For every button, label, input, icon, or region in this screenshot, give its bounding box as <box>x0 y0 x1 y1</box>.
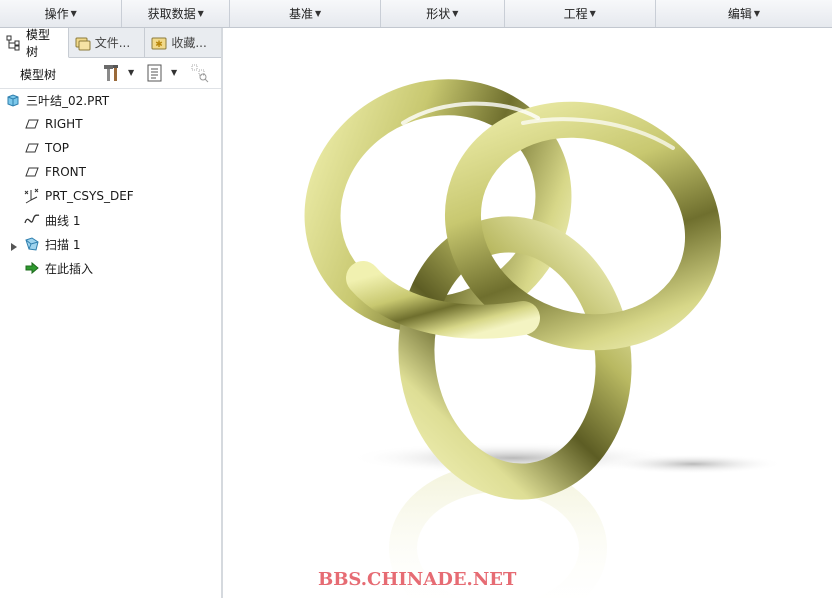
ribbon-group-datum[interactable]: 基准 ▼ <box>230 0 382 27</box>
part-icon <box>5 92 21 108</box>
tab-model-tree[interactable]: 模型树 <box>0 27 69 59</box>
insert-here-arrow-icon <box>24 260 40 276</box>
tree-item-label: 在此插入 <box>45 261 94 276</box>
chevron-down-icon: ▼ <box>70 9 77 18</box>
navigator-panel: 模型树 文件... ✱ 收藏... 模型树 ▼ ▼ 三叶结_02.PRT RIG… <box>0 28 222 598</box>
tab-favorites[interactable]: ✱ 收藏... <box>145 28 221 57</box>
tree-item-part[interactable]: 三叶结_02.PRT <box>5 89 109 111</box>
watermark-text: BBS.CHINADE.NET <box>318 569 517 590</box>
tab-label: 文件... <box>94 36 131 50</box>
ribbon-group-get-data[interactable]: 获取数据 ▼ <box>122 0 230 27</box>
ribbon-group-label: 形状 <box>426 7 451 21</box>
datum-plane-icon <box>24 140 40 156</box>
chevron-down-icon: ▼ <box>589 9 596 18</box>
ribbon-group-label: 工程 <box>563 7 588 21</box>
model-tree-title: 模型树 <box>20 68 57 82</box>
tree-item-label: 扫描 1 <box>45 237 81 252</box>
tab-label: 模型树 <box>26 27 51 59</box>
favorites-icon: ✱ <box>151 35 167 51</box>
ribbon-group-label: 基准 <box>288 7 313 21</box>
chevron-down-icon[interactable]: ▼ <box>171 68 177 77</box>
tree-item-label: PRT_CSYS_DEF <box>45 189 134 203</box>
svg-text:✱: ✱ <box>156 40 164 50</box>
tree-item-label: TOP <box>45 141 70 155</box>
chevron-down-icon: ▼ <box>452 9 459 18</box>
ribbon-group-engineering[interactable]: 工程 ▼ <box>505 0 656 27</box>
tree-item-right[interactable]: RIGHT <box>24 113 83 135</box>
model-tree-icon <box>6 35 22 51</box>
tree-filter-icon[interactable] <box>190 63 210 83</box>
trefoil-knot-model: BBS.CHINADE.NET <box>304 79 783 598</box>
chevron-down-icon: ▼ <box>753 9 760 18</box>
model-shadow <box>603 454 783 474</box>
ribbon-group-shapes[interactable]: 形状 ▼ <box>381 0 505 27</box>
chevron-down-icon: ▼ <box>197 9 204 18</box>
ribbon-group-label: 操作 <box>44 7 69 21</box>
ribbon-group-label: 编辑 <box>727 7 752 21</box>
expand-arrow-icon[interactable] <box>10 240 18 251</box>
tree-item-curve[interactable]: 曲线 1 <box>24 209 80 231</box>
tree-item-label: 曲线 1 <box>45 213 81 228</box>
tab-folder-browser[interactable]: 文件... <box>69 28 146 57</box>
chevron-down-icon[interactable]: ▼ <box>128 68 134 77</box>
ribbon-group-edit[interactable]: 编辑 ▼ <box>656 0 832 27</box>
datum-plane-icon <box>24 116 40 132</box>
chevron-down-icon: ▼ <box>314 9 322 18</box>
tree-item-sweep[interactable]: 扫描 1 <box>24 233 80 255</box>
ribbon-group-bar: 操作 ▼ 获取数据 ▼ 基准 ▼ 形状 ▼ 工程 ▼ 编辑 ▼ <box>0 0 832 28</box>
settings-tools-icon[interactable] <box>101 63 121 83</box>
curve-icon <box>24 212 40 228</box>
navigator-tabs: 模型树 文件... ✱ 收藏... <box>0 27 221 59</box>
show-list-icon[interactable] <box>145 63 165 83</box>
datum-plane-icon <box>24 164 40 180</box>
tree-item-label: RIGHT <box>45 117 83 131</box>
sweep-icon <box>24 236 40 252</box>
ribbon-group-label: 获取数据 <box>147 7 196 21</box>
coordinate-system-icon <box>24 188 40 204</box>
tree-item-csys[interactable]: PRT_CSYS_DEF <box>24 185 134 207</box>
tree-item-label: 三叶结_02.PRT <box>26 93 110 108</box>
tree-item-insert-here[interactable]: 在此插入 <box>24 257 93 279</box>
tree-item-front[interactable]: FRONT <box>24 161 86 183</box>
ribbon-group-operations[interactable]: 操作 ▼ <box>0 0 123 27</box>
folder-browser-icon <box>75 35 91 51</box>
model-tree-toolbar: 模型树 ▼ ▼ <box>0 58 221 89</box>
tree-item-top[interactable]: TOP <box>24 137 69 159</box>
tab-label: 收藏... <box>171 36 207 50</box>
tree-item-label: FRONT <box>45 165 86 179</box>
graphics-viewport[interactable]: BBS.CHINADE.NET <box>223 28 832 598</box>
